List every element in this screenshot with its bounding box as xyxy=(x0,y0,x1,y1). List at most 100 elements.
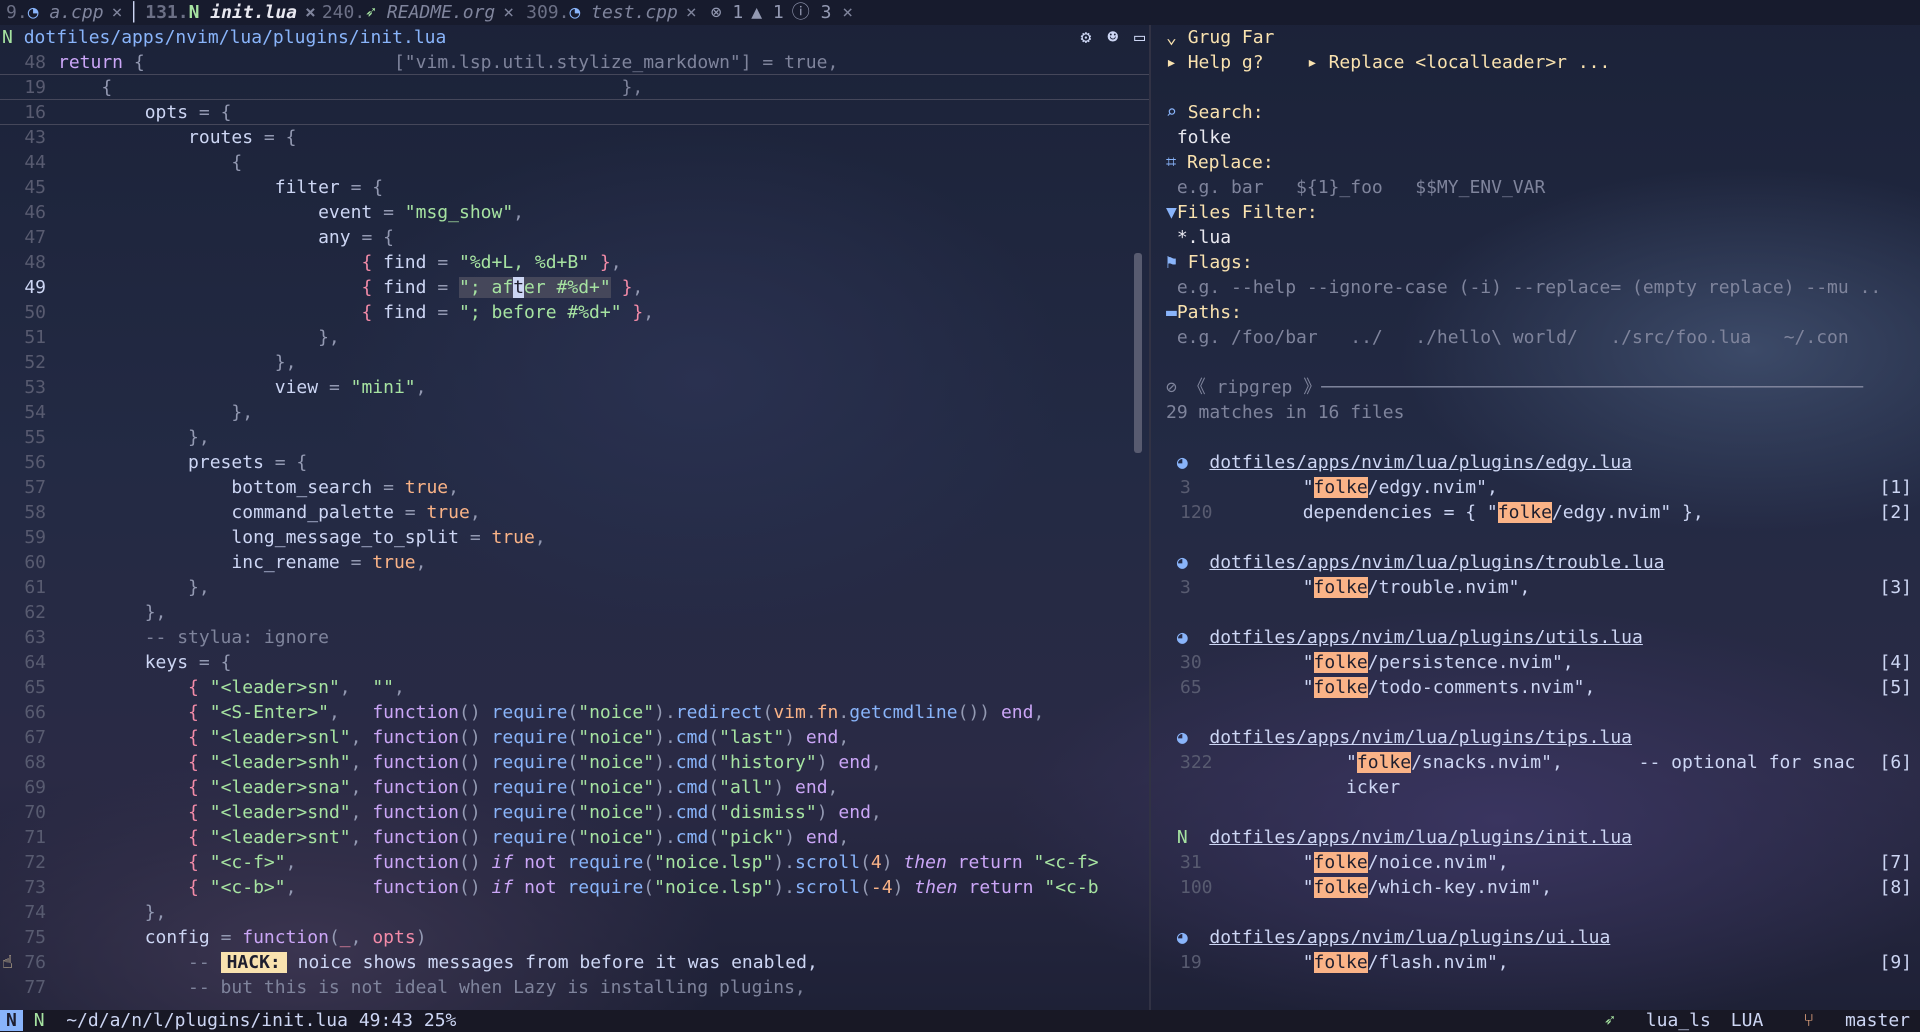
close-icon[interactable]: × xyxy=(686,0,697,25)
flag-icon: ⚑ xyxy=(1166,252,1177,273)
match-highlight: folke xyxy=(1497,502,1552,523)
result-line-number: 19 xyxy=(1180,952,1202,973)
warning-icon: ▲ xyxy=(751,2,763,23)
close-icon[interactable]: × xyxy=(831,0,853,25)
help-hint[interactable]: Help g? xyxy=(1188,52,1264,73)
editor-window[interactable]: N dotfiles/apps/nvim/lua/plugins/init.lu… xyxy=(0,25,1149,1010)
result-line-number: 3 xyxy=(1180,577,1191,598)
copilot-icon[interactable]: ☻ xyxy=(1107,27,1118,48)
diag-errors: ⊗ 1 xyxy=(710,2,744,23)
code-line: 58 command_palette = true, xyxy=(24,502,481,523)
result-line[interactable]: 30 "folke/persistence.nvim", [4] xyxy=(1166,650,1920,675)
result-file-header[interactable]: ◕ dotfiles/apps/nvim/lua/plugins/tips.lu… xyxy=(1166,725,1920,750)
window-divider[interactable] xyxy=(1149,25,1151,1010)
result-text: /snacks.nvim", -- optional for snac xyxy=(1411,752,1856,773)
result-file-path[interactable]: dotfiles/apps/nvim/lua/plugins/tips.lua xyxy=(1209,727,1632,748)
replace-hint[interactable]: Replace <localleader>r ... xyxy=(1329,52,1611,73)
code-line: 68 { "<leader>snh", function() require("… xyxy=(24,752,882,773)
code-line: 63 -- stylua: ignore xyxy=(24,627,329,648)
close-icon[interactable]: × xyxy=(503,0,514,25)
check-circle-icon: ⊘ xyxy=(1166,377,1177,398)
flags-input[interactable]: e.g. --help --ignore-case (-i) --replace… xyxy=(1166,275,1920,300)
grug-far-panel[interactable]: ⌄ Grug Far ▸ Help g? ▸ Replace <locallea… xyxy=(1152,25,1920,1010)
match-highlight: folke xyxy=(1313,477,1368,498)
code-line: 57 bottom_search = true, xyxy=(24,477,459,498)
result-text: " xyxy=(1216,677,1314,698)
scrollbar[interactable] xyxy=(1134,253,1142,453)
code-line: 66 { "<S-Enter>", function() require("no… xyxy=(24,702,1045,723)
code-line-current[interactable]: 49 { find = "; after #%d+" }, xyxy=(0,275,1149,300)
result-line-number: 30 xyxy=(1180,652,1202,673)
result-line[interactable]: icker xyxy=(1166,775,1920,800)
result-line[interactable]: 19 "folke/flash.nvim", [9] xyxy=(1166,950,1920,975)
result-text: /persistence.nvim", xyxy=(1367,652,1574,673)
result-text: /edgy.nvim" }, xyxy=(1551,502,1704,523)
result-file-path[interactable]: dotfiles/apps/nvim/lua/plugins/init.lua xyxy=(1209,827,1632,848)
result-line[interactable]: 31 "folke/noice.nvim", [7] xyxy=(1166,850,1920,875)
result-line[interactable]: 100 "folke/which-key.nvim", [8] xyxy=(1166,875,1920,900)
result-file-header[interactable]: ◕ dotfiles/apps/nvim/lua/plugins/ui.lua xyxy=(1166,925,1920,950)
diag-info: ⓘ 3 xyxy=(791,2,832,23)
replace-input[interactable]: e.g. bar ${1}_foo $$MY_ENV_VAR xyxy=(1166,175,1920,200)
result-file-path[interactable]: dotfiles/apps/nvim/lua/plugins/ui.lua xyxy=(1209,927,1610,948)
result-line[interactable]: 3 "folke/trouble.nvim", [3] xyxy=(1166,575,1920,600)
result-file-path[interactable]: dotfiles/apps/nvim/lua/plugins/trouble.l… xyxy=(1209,552,1664,573)
run-icon[interactable]: ⚙ xyxy=(1080,27,1091,48)
match-highlight: folke xyxy=(1313,677,1368,698)
tab-README-org[interactable]: 240.➶ README.org × xyxy=(316,0,514,25)
tab-separator: │ xyxy=(128,2,140,23)
code-line: 70 { "<leader>snd", function() require("… xyxy=(24,802,882,823)
result-file-header[interactable]: ◕ dotfiles/apps/nvim/lua/plugins/trouble… xyxy=(1166,550,1920,575)
result-text: dependencies = { " xyxy=(1216,502,1498,523)
result-file-header[interactable]: N dotfiles/apps/nvim/lua/plugins/init.lu… xyxy=(1166,825,1920,850)
replace-icon: ⌗ xyxy=(1166,152,1177,173)
paths-label-row: ▬Paths: xyxy=(1166,302,1242,323)
results-list[interactable]: ◕ dotfiles/apps/nvim/lua/plugins/edgy.lu… xyxy=(1166,425,1920,975)
result-line[interactable]: 3 "folke/edgy.nvim", [1] xyxy=(1166,475,1920,500)
code-line: 44 { xyxy=(24,152,243,173)
code-line: 53 view = "mini", xyxy=(24,377,427,398)
folder-icon: ▬ xyxy=(1166,302,1177,323)
status-file: ~/d/a/n/l/plugins/init.lua xyxy=(66,1010,348,1031)
hint-sign-icon: ☝ xyxy=(2,952,13,973)
info-icon: ⓘ xyxy=(791,2,810,23)
search-input[interactable]: folke xyxy=(1166,125,1920,150)
tab-test-cpp[interactable]: 309.◔ test.cpp × xyxy=(520,0,697,25)
panel-title: Grug Far xyxy=(1187,27,1275,48)
result-ref: [2] xyxy=(1879,502,1912,523)
tab-a-cpp[interactable]: 9.◔ a.cpp × xyxy=(0,0,122,25)
rocket-icon: ➶ xyxy=(1604,1010,1615,1031)
layout-icon[interactable]: ▭ xyxy=(1134,27,1145,48)
result-ref: [7] xyxy=(1879,852,1912,873)
result-line-number: 3 xyxy=(1180,477,1191,498)
result-ref: [4] xyxy=(1879,652,1912,673)
result-file-header[interactable]: ◕ dotfiles/apps/nvim/lua/plugins/edgy.lu… xyxy=(1166,450,1920,475)
code-line: 55 }, xyxy=(24,427,210,448)
code-buffer[interactable]: 48 return { ["vim.lsp.util.stylize_markdo… xyxy=(0,50,1149,1000)
lua-icon: ◕ xyxy=(1176,727,1210,748)
result-text: /flash.nvim", xyxy=(1367,952,1509,973)
result-text: /edgy.nvim", xyxy=(1367,477,1498,498)
result-line[interactable]: 65 "folke/todo-comments.nvim", [5] xyxy=(1166,675,1920,700)
close-circle-icon: ⊗ xyxy=(710,2,722,23)
result-file-path[interactable]: dotfiles/apps/nvim/lua/plugins/edgy.lua xyxy=(1209,452,1632,473)
result-text: " xyxy=(1216,652,1314,673)
code-line: 74 }, xyxy=(24,902,167,923)
result-line[interactable]: 322 "folke/snacks.nvim", -- optional for… xyxy=(1166,750,1920,775)
chevron-down-icon: ⌄ xyxy=(1166,27,1177,48)
status-percent: 25% xyxy=(423,1010,457,1031)
tab-init-lua[interactable]: 131.N init.lua × xyxy=(139,0,316,25)
match-highlight: folke xyxy=(1313,577,1368,598)
files-filter-input[interactable]: *.lua xyxy=(1166,225,1920,250)
code-line: 43 routes = { xyxy=(24,127,297,148)
c-icon: ◔ xyxy=(27,2,50,23)
close-icon[interactable]: × xyxy=(112,0,123,25)
paths-input[interactable]: e.g. /foo/bar ../ ./hello\ world/ ./src/… xyxy=(1166,325,1920,350)
result-ref: [6] xyxy=(1879,752,1912,773)
tabline: 9.◔ a.cpp × │ 131.N init.lua × 240.➶ README.o… xyxy=(0,0,1920,25)
result-file-header[interactable]: ◕ dotfiles/apps/nvim/lua/plugins/utils.l… xyxy=(1166,625,1920,650)
result-file-path[interactable]: dotfiles/apps/nvim/lua/plugins/utils.lua xyxy=(1209,627,1642,648)
close-icon[interactable]: × xyxy=(305,0,316,25)
replace-label-row: ⌗ Replace: xyxy=(1166,152,1274,173)
result-line[interactable]: 120 dependencies = { "folke/edgy.nvim" }… xyxy=(1166,500,1920,525)
